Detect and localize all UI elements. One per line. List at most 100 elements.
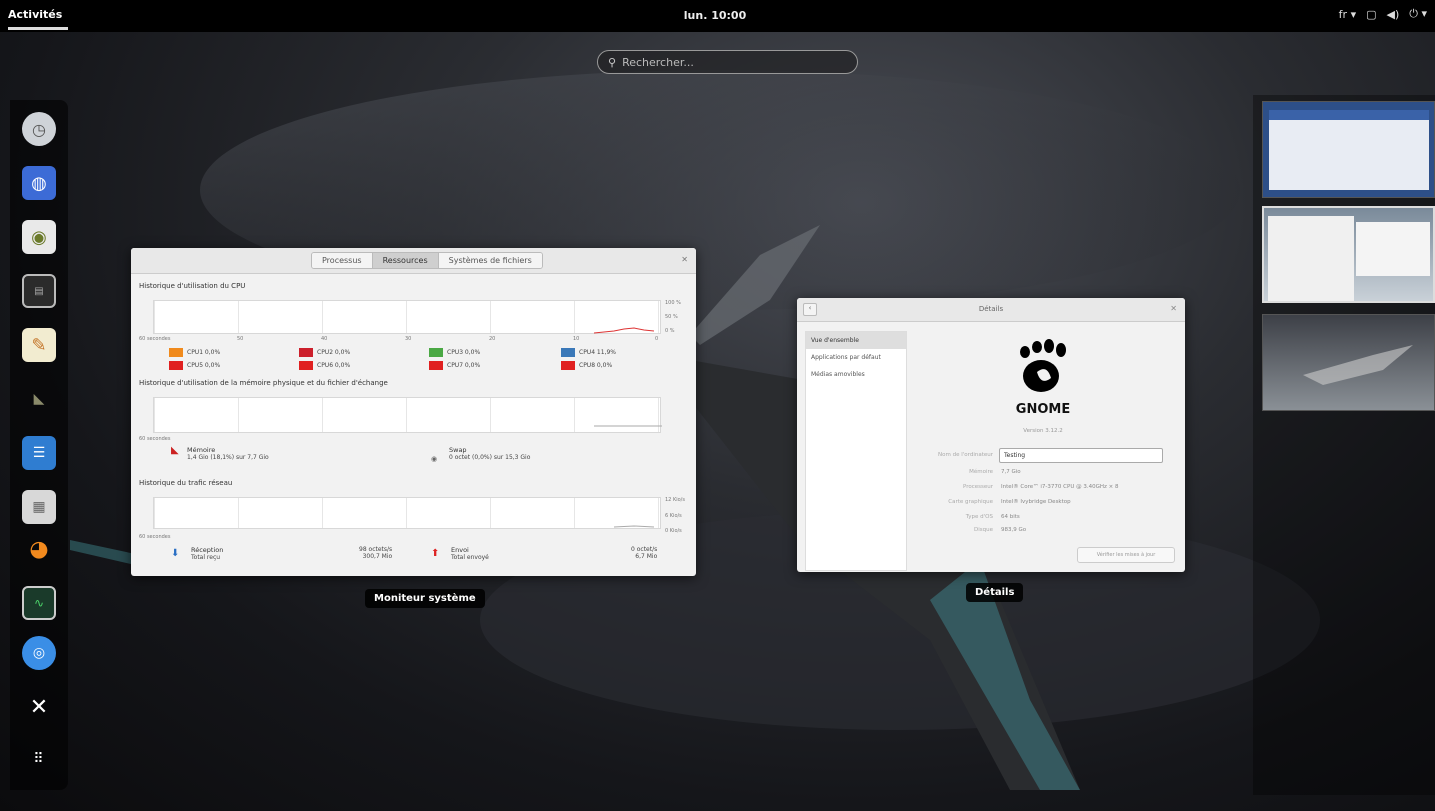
writer-icon[interactable]: ☰ [22, 436, 56, 470]
cpu-tick: 0 [655, 336, 659, 342]
workspace-thumbnail-3[interactable] [1262, 314, 1435, 411]
search-input[interactable] [622, 55, 843, 69]
workspace-1-preview-header [1269, 110, 1429, 120]
details-window[interactable]: ‹ Détails ✕ Vue d'ensemble Applications … [797, 298, 1185, 572]
system-monitor-icon[interactable]: ∿ [22, 586, 56, 620]
cpu-legend-item[interactable]: CPU4 11,9% [561, 348, 616, 357]
network-icon: ▢ [1366, 7, 1377, 21]
sending-rate: 0 octet/s 6,7 Mio [631, 546, 657, 560]
tab-filesystems[interactable]: Systèmes de fichiers [438, 253, 542, 268]
cpu-tick: 50 [237, 336, 244, 342]
archive-icon[interactable]: ▦ [22, 490, 56, 524]
cpu6-color-swatch[interactable] [299, 361, 313, 370]
system-monitor-headerbar: Processus Ressources Systèmes de fichier… [131, 248, 696, 274]
processor-label: Processeur [963, 484, 993, 490]
workspace-2-details-preview [1356, 222, 1430, 276]
clocks-icon[interactable]: ◷ [22, 112, 56, 146]
dash: ◷ ◍ ◉ ▤ ✎ ◣ ☰ ▦ ◕ ∿ ◎ ✕ ⠿ [10, 100, 68, 790]
activities-button[interactable]: Activités [8, 8, 62, 21]
cpu-legend-item[interactable]: CPU1 0,0% [169, 348, 220, 357]
memory-graph [153, 397, 662, 433]
tab-resources[interactable]: Ressources [372, 253, 439, 268]
graphics-value: Intel® Ivybridge Desktop [1001, 499, 1071, 505]
workspace-thumbnail-2[interactable] [1262, 206, 1435, 303]
activities-underline [8, 27, 68, 30]
cpu-legend-label: CPU8 0,0% [579, 362, 613, 369]
volume-icon: ◀) [1386, 7, 1400, 21]
system-monitor-window-label[interactable]: Moniteur système [365, 589, 485, 608]
cpu-tick: 20 [489, 336, 496, 342]
cpu-legend-label: CPU5 0,0% [187, 362, 221, 369]
system-tray[interactable]: fr ▾ ▢ ◀) ⏻ ▾ [1339, 7, 1427, 21]
cpu-axis-label: 60 secondes [139, 336, 171, 342]
memory-value: 1,4 Gio (18,1%) sur 7,7 Gio [187, 454, 269, 461]
cpu-legend-label: CPU7 0,0% [447, 362, 481, 369]
cpu1-color-swatch[interactable] [169, 348, 183, 357]
gimp-icon[interactable]: ◣ [22, 382, 56, 416]
text-editor-icon[interactable]: ✎ [22, 328, 56, 362]
tweak-tool-icon[interactable]: ✕ [22, 690, 56, 724]
cpu-legend-label: CPU2 0,0% [317, 349, 351, 356]
workspace-thumbnail-1[interactable] [1262, 101, 1435, 198]
receiving-stat: Réception Total reçu [191, 546, 223, 561]
receiving-total-label: Total reçu [191, 554, 221, 561]
search-icon: ⚲ [608, 55, 617, 69]
cpu-legend-label: CPU6 0,0% [317, 362, 351, 369]
sending-total-value: 6,7 Mio [635, 553, 658, 560]
cpu-graph [153, 300, 661, 334]
net-scale-label: 0 Kio/s [665, 528, 682, 534]
memory-label: Mémoire [969, 469, 993, 475]
cpu-history-title: Historique d'utilisation du CPU [139, 282, 246, 290]
details-headerbar: ‹ Détails ✕ [797, 298, 1185, 322]
cpu7-color-swatch[interactable] [429, 361, 443, 370]
sidebar-item-removable-media[interactable]: Médias amovibles [806, 366, 906, 383]
system-monitor-tabs: Processus Ressources Systèmes de fichier… [311, 252, 543, 269]
cpu-legend-item[interactable]: CPU7 0,0% [429, 361, 480, 370]
show-apps-grid-icon[interactable]: ⠿ [22, 742, 56, 776]
cpu-legend-item[interactable]: CPU2 0,0% [299, 348, 350, 357]
cpu-legend-label: CPU3 0,0% [447, 349, 481, 356]
sidebar-item-overview[interactable]: Vue d'ensemble [806, 332, 906, 349]
cpu-tick: 10 [573, 336, 580, 342]
blender-icon[interactable]: ◕ [22, 532, 56, 566]
check-updates-button[interactable]: Vérifier les mises à jour [1077, 547, 1175, 563]
cpu5-color-swatch[interactable] [169, 361, 183, 370]
cpu-legend-item[interactable]: CPU5 0,0% [169, 361, 220, 370]
cpu-legend-item[interactable]: CPU6 0,0% [299, 361, 350, 370]
workspace-3-wallpaper [1303, 345, 1413, 385]
workspace-switcher [1253, 95, 1435, 795]
system-monitor-window[interactable]: Processus Ressources Systèmes de fichier… [131, 248, 696, 576]
tab-processes[interactable]: Processus [312, 253, 373, 268]
cpu4-color-swatch[interactable] [561, 348, 575, 357]
close-icon[interactable]: ✕ [681, 255, 688, 264]
receiving-rate-value: 98 octets/s [359, 546, 393, 553]
cpu2-color-swatch[interactable] [299, 348, 313, 357]
sending-label: Envoi [451, 546, 469, 554]
details-title: Détails [978, 305, 1004, 313]
device-name-field[interactable] [999, 448, 1163, 463]
cpu-tick: 30 [405, 336, 412, 342]
network-history-title: Historique du trafic réseau [139, 479, 233, 487]
sidebar-item-default-apps[interactable]: Applications par défaut [806, 349, 906, 366]
gnome-foot-logo [1020, 339, 1066, 392]
close-icon[interactable]: ✕ [1170, 304, 1177, 313]
swap-value: 0 octet (0,0%) sur 15,3 Gio [449, 454, 531, 461]
terminal-icon[interactable]: ▤ [22, 274, 56, 308]
search-box[interactable]: ⚲ [597, 50, 858, 74]
memory-pie-icon: ◣ [171, 445, 179, 456]
os-type-label: Type d'OS [965, 514, 993, 520]
cpu8-color-swatch[interactable] [561, 361, 575, 370]
chromium-icon[interactable]: ◎ [22, 636, 56, 670]
web-browser-icon[interactable]: ◍ [22, 166, 56, 200]
input-method-indicator[interactable]: fr ▾ [1339, 8, 1356, 21]
receiving-label: Réception [191, 546, 224, 554]
sending-total-label: Total envoyé [451, 554, 489, 561]
download-arrow-icon: ⬇ [171, 548, 180, 559]
disk-icon[interactable]: ◉ [22, 220, 56, 254]
cpu-legend-item[interactable]: CPU8 0,0% [561, 361, 612, 370]
workspace-1-window-preview [1269, 110, 1429, 190]
details-window-label[interactable]: Détails [966, 583, 1024, 602]
cpu-legend-item[interactable]: CPU3 0,0% [429, 348, 480, 357]
clock[interactable]: lun. 10:00 [670, 9, 760, 22]
cpu3-color-swatch[interactable] [429, 348, 443, 357]
